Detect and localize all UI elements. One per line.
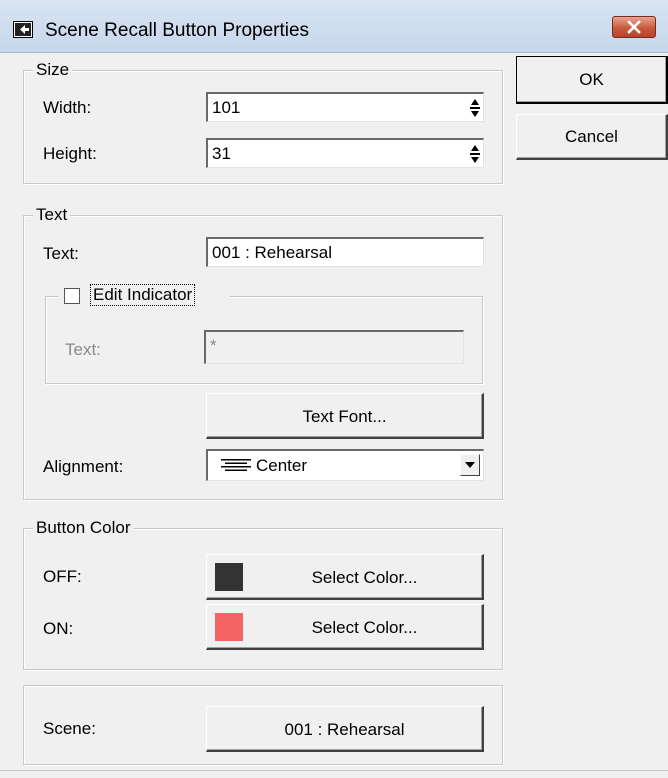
- on-select-color-button[interactable]: Select Color...: [206, 604, 484, 650]
- on-label: ON:: [43, 619, 74, 638]
- window-title: Scene Recall Button Properties: [45, 20, 310, 41]
- scene-label: Scene:: [43, 719, 96, 738]
- width-value: 101: [212, 98, 241, 117]
- dialog-bottom-edge: [0, 770, 668, 771]
- height-value: 31: [212, 144, 231, 163]
- close-button[interactable]: [612, 16, 656, 38]
- alignment-select[interactable]: Center: [206, 449, 484, 481]
- text-input[interactable]: 001 : Rehearsal: [206, 237, 484, 267]
- alignment-dropdown-button[interactable]: [460, 454, 480, 476]
- chevron-down-icon: [465, 462, 475, 468]
- text-group-label: Text: [33, 205, 71, 225]
- text-label: Text:: [43, 244, 79, 263]
- button-color-group-label: Button Color: [33, 518, 134, 538]
- align-center-icon: [221, 459, 251, 471]
- text-value: 001 : Rehearsal: [212, 243, 333, 262]
- edit-indicator-text-value: *: [210, 336, 217, 355]
- edit-indicator-label[interactable]: Edit Indicator: [90, 284, 196, 306]
- width-spinner[interactable]: [469, 96, 481, 120]
- width-label: Width:: [43, 98, 92, 117]
- off-select-color-button[interactable]: Select Color...: [206, 554, 484, 600]
- size-group-label: Size: [33, 60, 73, 80]
- scene-button[interactable]: 001 : Rehearsal: [206, 706, 484, 752]
- text-font-button[interactable]: Text Font...: [206, 393, 484, 439]
- off-label: OFF:: [43, 567, 82, 586]
- ok-button[interactable]: OK: [516, 56, 668, 104]
- width-input[interactable]: 101: [206, 92, 484, 122]
- edit-indicator-text-label: Text:: [65, 340, 101, 359]
- scene-recall-button-properties-dialog: Scene Recall Button Properties Size Widt…: [0, 0, 668, 778]
- edit-indicator-checkbox[interactable]: [64, 288, 80, 304]
- alignment-value: Center: [256, 456, 308, 475]
- on-color-swatch: [215, 613, 243, 641]
- height-input[interactable]: 31: [206, 138, 484, 168]
- close-icon: [627, 20, 641, 34]
- edit-indicator-text-input[interactable]: *: [204, 330, 464, 364]
- height-spinner[interactable]: [469, 142, 481, 166]
- cancel-button[interactable]: Cancel: [516, 114, 668, 160]
- off-color-swatch: [215, 563, 243, 591]
- height-label: Height:: [43, 144, 97, 163]
- title-bar[interactable]: Scene Recall Button Properties: [0, 0, 668, 53]
- alignment-label: Alignment:: [43, 457, 124, 476]
- app-icon: [13, 21, 33, 38]
